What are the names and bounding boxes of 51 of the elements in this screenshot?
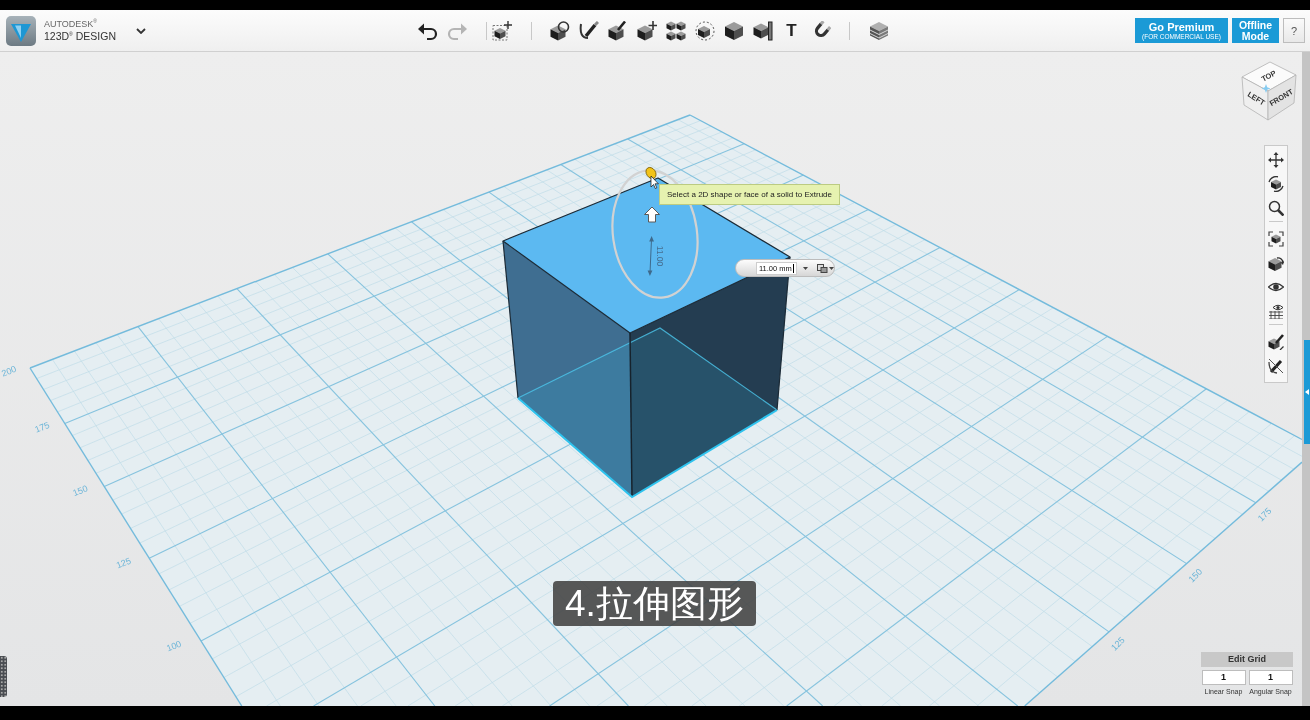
cube-icon[interactable] [723,20,744,41]
stacked-layers-icon[interactable] [868,20,889,41]
grid-label: 175 [1255,505,1274,524]
grid-label: 125 [1109,634,1127,653]
cube-arrow-icon[interactable] [1268,255,1284,271]
chevron-down-icon[interactable] [136,27,146,34]
app-logo-icon [6,15,36,46]
product-name: 123D$^{®}$ DESIGN [44,30,116,42]
four-cubes-icon[interactable] [665,20,686,41]
eye-grid-icon[interactable] [1268,303,1284,319]
panel-toggle-tab[interactable] [1304,340,1310,444]
magnifier-icon[interactable] [1268,200,1284,216]
cube-pencil-icon[interactable] [607,20,628,41]
help-button[interactable]: ? [1283,18,1305,43]
up-arrow-icon[interactable] [644,206,660,223]
cube-plus-icon[interactable] [636,20,657,41]
brand-name: AUTODESK$^{®}$ [44,19,98,30]
dimension-label: 11.00 [655,245,665,267]
cube-orbit-arrows-icon[interactable] [1268,176,1284,192]
panel-handle[interactable] [0,656,7,697]
pencil-curve-icon[interactable] [578,20,599,41]
grid-label: 150 [71,483,90,499]
grid-label: 175 [33,419,52,435]
caption: 4.拉伸图形 [553,581,756,626]
cube-circle-icon[interactable] [549,20,570,41]
cube-dashed-circle-icon[interactable] [694,20,715,41]
cube-frame-plus-icon[interactable] [491,20,512,41]
text-tool-button[interactable]: T [786,20,797,41]
cursor-icon [650,175,659,189]
edit-grid-button[interactable]: Edit Grid [1201,652,1293,667]
four-way-arrow-icon[interactable] [1268,152,1284,168]
ellipse-ring[interactable] [611,169,699,299]
overlapping-squares-icon[interactable] [817,263,828,273]
grid-label: 125 [114,555,133,571]
grid-label: 100 [165,638,183,654]
cube-pencil-icon[interactable] [1268,334,1284,350]
grid-label: 200 [0,363,18,379]
cube[interactable] [502,177,791,499]
dimension-line [647,236,654,276]
cube-brackets-icon[interactable] [1268,231,1284,247]
cube-panel-icon[interactable] [752,20,773,41]
caret-down-icon[interactable] [803,266,808,270]
snap-input[interactable]: 1 [1248,670,1293,685]
tooltip: Select a 2D shape or face of a solid to Extrude [659,184,840,205]
grid-label: 150 [1186,566,1205,585]
caret-left-icon [1305,389,1309,395]
caret-down-icon[interactable] [829,266,834,270]
sparkle-icon [1261,84,1271,93]
snap-input[interactable]: 1 [1201,670,1246,685]
drag-handle[interactable] [645,167,657,179]
pencil-slash-icon[interactable] [1268,358,1284,374]
